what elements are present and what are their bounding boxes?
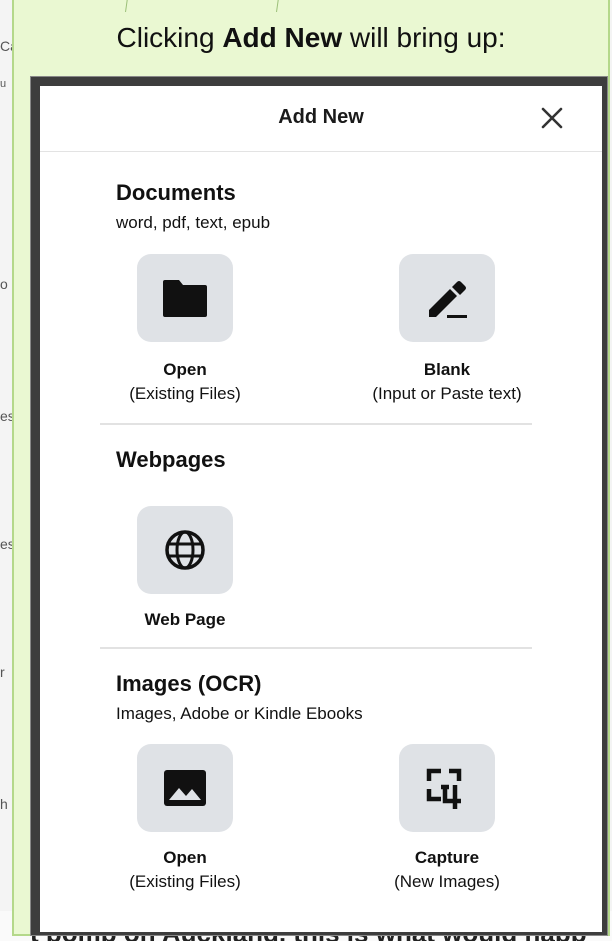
bg-fragment: h — [0, 796, 8, 812]
section-title-webpages: Webpages — [116, 447, 226, 472]
section-subtitle-documents: word, pdf, text, epub — [116, 213, 271, 232]
images-capture-label: Capture (New Images) — [360, 846, 534, 894]
section-title-documents: Documents — [116, 180, 236, 205]
bg-fragment: u — [0, 78, 7, 90]
item-label-sub: (Input or Paste text) — [372, 384, 522, 403]
dialog-title: Add New — [278, 106, 364, 128]
headline-bold: Add New — [222, 22, 343, 53]
documents-open-button[interactable] — [137, 254, 233, 342]
section-subtitle-images: Images, Adobe or Kindle Ebooks — [116, 704, 363, 723]
bg-fragment: r — [0, 664, 5, 680]
item-label-sub: (Existing Files) — [129, 872, 241, 891]
close-button[interactable] — [536, 102, 568, 134]
callout-tab — [125, 0, 279, 12]
pencil-icon — [429, 281, 467, 318]
webpage-button[interactable] — [137, 506, 233, 594]
folder-icon — [163, 280, 207, 317]
images-capture-button[interactable] — [399, 744, 495, 832]
documents-blank-label: Blank (Input or Paste text) — [340, 358, 554, 406]
item-label-main: Blank — [423, 360, 471, 379]
documents-blank-button[interactable] — [399, 254, 495, 342]
bg-fragment: o — [0, 276, 8, 292]
section-divider — [100, 423, 532, 425]
globe-icon — [165, 530, 205, 570]
headline-prefix: Clicking — [116, 22, 223, 53]
documents-open-label: Open (Existing Files) — [97, 358, 273, 406]
item-label-sub: (New Images) — [394, 872, 500, 891]
images-open-button[interactable] — [137, 744, 233, 832]
images-open-label: Open (Existing Files) — [97, 846, 273, 894]
close-icon — [541, 107, 563, 129]
callout-headline: Clicking Add New will bring up: — [14, 22, 608, 54]
item-label-main: Web Page — [144, 610, 226, 629]
crop-capture-icon — [426, 768, 462, 809]
headline-suffix: will bring up: — [342, 22, 506, 53]
item-label-main: Open — [163, 360, 207, 379]
dialog-header-divider — [40, 151, 602, 152]
item-label-sub: (Existing Files) — [129, 384, 241, 403]
item-label-main: Open — [163, 848, 207, 867]
add-new-dialog: Add New Documents word, pdf, text, epub … — [40, 86, 602, 932]
section-title-images: Images (OCR) — [116, 671, 262, 696]
webpage-label: Web Page — [97, 608, 273, 632]
section-divider — [100, 647, 532, 649]
item-label-main: Capture — [414, 848, 480, 867]
image-icon — [164, 770, 206, 806]
